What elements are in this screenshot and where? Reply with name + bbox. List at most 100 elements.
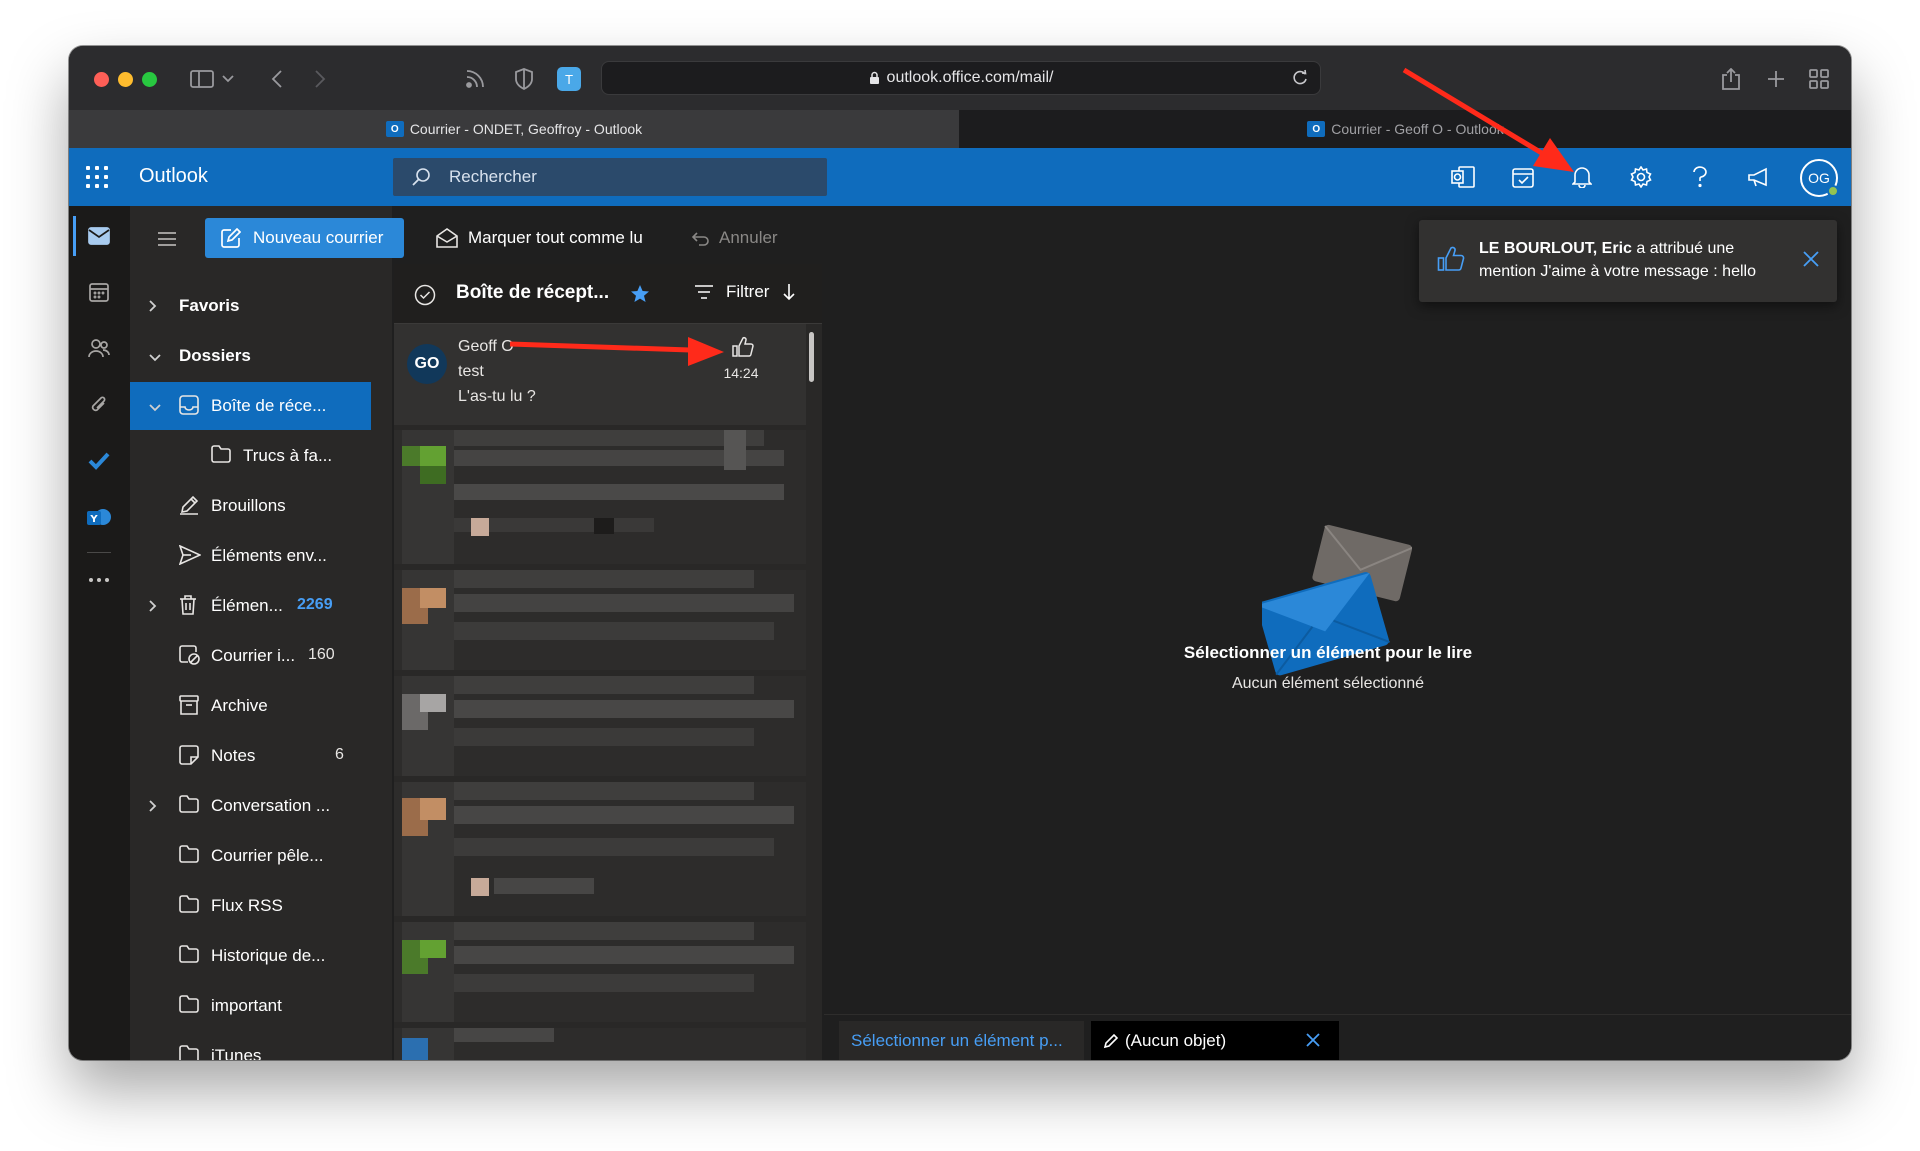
obscured-message[interactable] (394, 1028, 806, 1060)
folder-label: Courrier i... (211, 646, 296, 665)
share-icon[interactable] (1716, 64, 1746, 94)
folder-label: iTunes (211, 1046, 262, 1060)
sender-avatar: GO (407, 344, 447, 384)
favorite-star-icon[interactable] (630, 284, 650, 309)
send-icon (178, 544, 202, 570)
undo-button[interactable]: Annuler (689, 218, 778, 258)
trash-icon (179, 595, 197, 620)
folder-icon (179, 895, 199, 918)
tab-select-item[interactable]: Sélectionner un élément p... (839, 1021, 1084, 1060)
back-icon[interactable] (262, 64, 292, 94)
notification-text: LE BOURLOUT, Eric a attribué une mention… (1479, 237, 1789, 283)
tab-overview-icon[interactable] (1804, 64, 1834, 94)
folder-history[interactable]: Historique de... (130, 932, 371, 980)
svg-text:T: T (564, 73, 573, 87)
window-maximize-button[interactable] (142, 72, 157, 87)
folder-trucs[interactable]: Trucs à fa... (130, 432, 371, 480)
close-icon[interactable] (1305, 1032, 1321, 1053)
folder-rss[interactable]: Flux RSS (130, 882, 371, 930)
dossiers-section[interactable]: Dossiers (130, 332, 371, 380)
pencil-icon (1103, 1033, 1119, 1048)
folder-pane: Favoris Dossiers Boîte de réce... Trucs … (130, 206, 392, 1060)
tab-courrier-ondet[interactable]: O Courrier - ONDET, Geoffroy - Outlook (69, 110, 960, 148)
folder-icon (179, 1045, 199, 1060)
chevron-down-icon (148, 348, 162, 368)
folder-inbox[interactable]: Boîte de réce... (130, 382, 371, 430)
folder-icon (179, 845, 199, 868)
attachment-icon[interactable] (83, 389, 115, 421)
favorites-section[interactable]: Favoris (130, 282, 371, 330)
folder-icon (179, 795, 199, 818)
folder-courrier-pele[interactable]: Courrier pêle... (130, 832, 371, 880)
shield-icon[interactable] (509, 64, 539, 94)
lock-icon (869, 71, 879, 84)
folder-important[interactable]: important (130, 982, 371, 1030)
more-apps-icon[interactable] (83, 564, 115, 596)
sender-name: Geoff O (458, 338, 514, 355)
pencil-icon (179, 495, 199, 520)
obscured-message[interactable] (394, 922, 806, 1022)
new-mail-button[interactable]: Nouveau courrier (205, 218, 404, 258)
close-icon[interactable] (1802, 250, 1820, 273)
obscured-message[interactable] (394, 430, 806, 564)
forward-icon[interactable] (305, 64, 335, 94)
gear-icon[interactable] (1625, 161, 1657, 193)
folder-label: Boîte de réce... (211, 396, 327, 415)
scrollbar[interactable] (809, 332, 814, 382)
mail-icon[interactable] (83, 220, 115, 252)
window-close-button[interactable] (94, 72, 109, 87)
envelope-open-icon (436, 228, 458, 248)
address-bar[interactable]: outlook.office.com/mail/ (601, 61, 1321, 95)
folder-label: Conversation ... (211, 796, 331, 815)
window-minimize-button[interactable] (118, 72, 133, 87)
search-icon (412, 168, 430, 186)
folder-conversation[interactable]: Conversation ... (130, 782, 371, 830)
select-all-checkbox[interactable] (414, 284, 436, 311)
outlook-header: Outlook Rechercher OG (69, 148, 1851, 206)
rail-divider (87, 552, 111, 553)
folder-sent[interactable]: Éléments env... (130, 532, 371, 580)
chevron-down-icon[interactable] (213, 64, 243, 94)
folder-deleted[interactable]: Élémen... 2269 (130, 582, 371, 630)
mark-all-read-button[interactable]: Marquer tout comme lu (436, 218, 643, 258)
thumbs-up-icon (732, 336, 754, 363)
message-list: Boîte de récept... Filtrer GO Geoff O te… (394, 264, 822, 1060)
tab-draft-label: (Aucun objet) (1125, 1030, 1227, 1050)
list-item[interactable]: GO Geoff O test L'as-tu lu ? 14:24 (394, 324, 806, 425)
todo-icon[interactable] (1507, 161, 1539, 193)
outlook-favicon-icon: O (1307, 121, 1326, 137)
calendar-icon[interactable] (83, 276, 115, 308)
tab-draft[interactable]: (Aucun objet) (1091, 1021, 1339, 1060)
rss-icon[interactable] (460, 64, 490, 94)
folder-junk[interactable]: Courrier i... 160 (130, 632, 371, 680)
app-launcher-icon[interactable] (86, 166, 108, 188)
yammer-icon[interactable]: Y (83, 502, 115, 534)
people-icon[interactable] (83, 332, 115, 364)
office-icon[interactable] (1447, 161, 1479, 193)
favorites-label: Favoris (179, 296, 240, 315)
reload-icon[interactable] (1290, 68, 1310, 88)
browser-tab-strip: O Courrier - ONDET, Geoffroy - Outlook O… (69, 110, 1851, 148)
folder-itunes[interactable]: iTunes (130, 1032, 371, 1060)
new-tab-icon[interactable] (1761, 64, 1791, 94)
bell-icon[interactable] (1566, 161, 1598, 193)
folder-drafts[interactable]: Brouillons (130, 482, 371, 530)
app-title[interactable]: Outlook (139, 165, 208, 188)
notification-toast[interactable]: LE BOURLOUT, Eric a attribué une mention… (1419, 220, 1837, 302)
help-icon[interactable] (1684, 161, 1716, 193)
todo-check-icon[interactable] (83, 445, 115, 477)
megaphone-icon[interactable] (1743, 161, 1775, 193)
tab-select-item-label: Sélectionner un élément p... (851, 1030, 1063, 1050)
translate-extension-icon[interactable]: T (554, 64, 584, 94)
filter-button[interactable]: Filtrer (694, 282, 796, 302)
tab-courrier-geoff[interactable]: O Courrier - Geoff O - Outlook (960, 110, 1851, 148)
obscured-message[interactable] (394, 570, 806, 670)
hamburger-menu-icon[interactable] (157, 232, 177, 251)
obscured-message[interactable] (394, 782, 806, 916)
search-input[interactable]: Rechercher (393, 158, 827, 196)
obscured-message[interactable] (394, 676, 806, 776)
folder-notes[interactable]: Notes 6 (130, 732, 371, 780)
folder-archive[interactable]: Archive (130, 682, 371, 730)
avatar[interactable]: OG (1800, 159, 1839, 197)
undo-icon (691, 232, 709, 246)
